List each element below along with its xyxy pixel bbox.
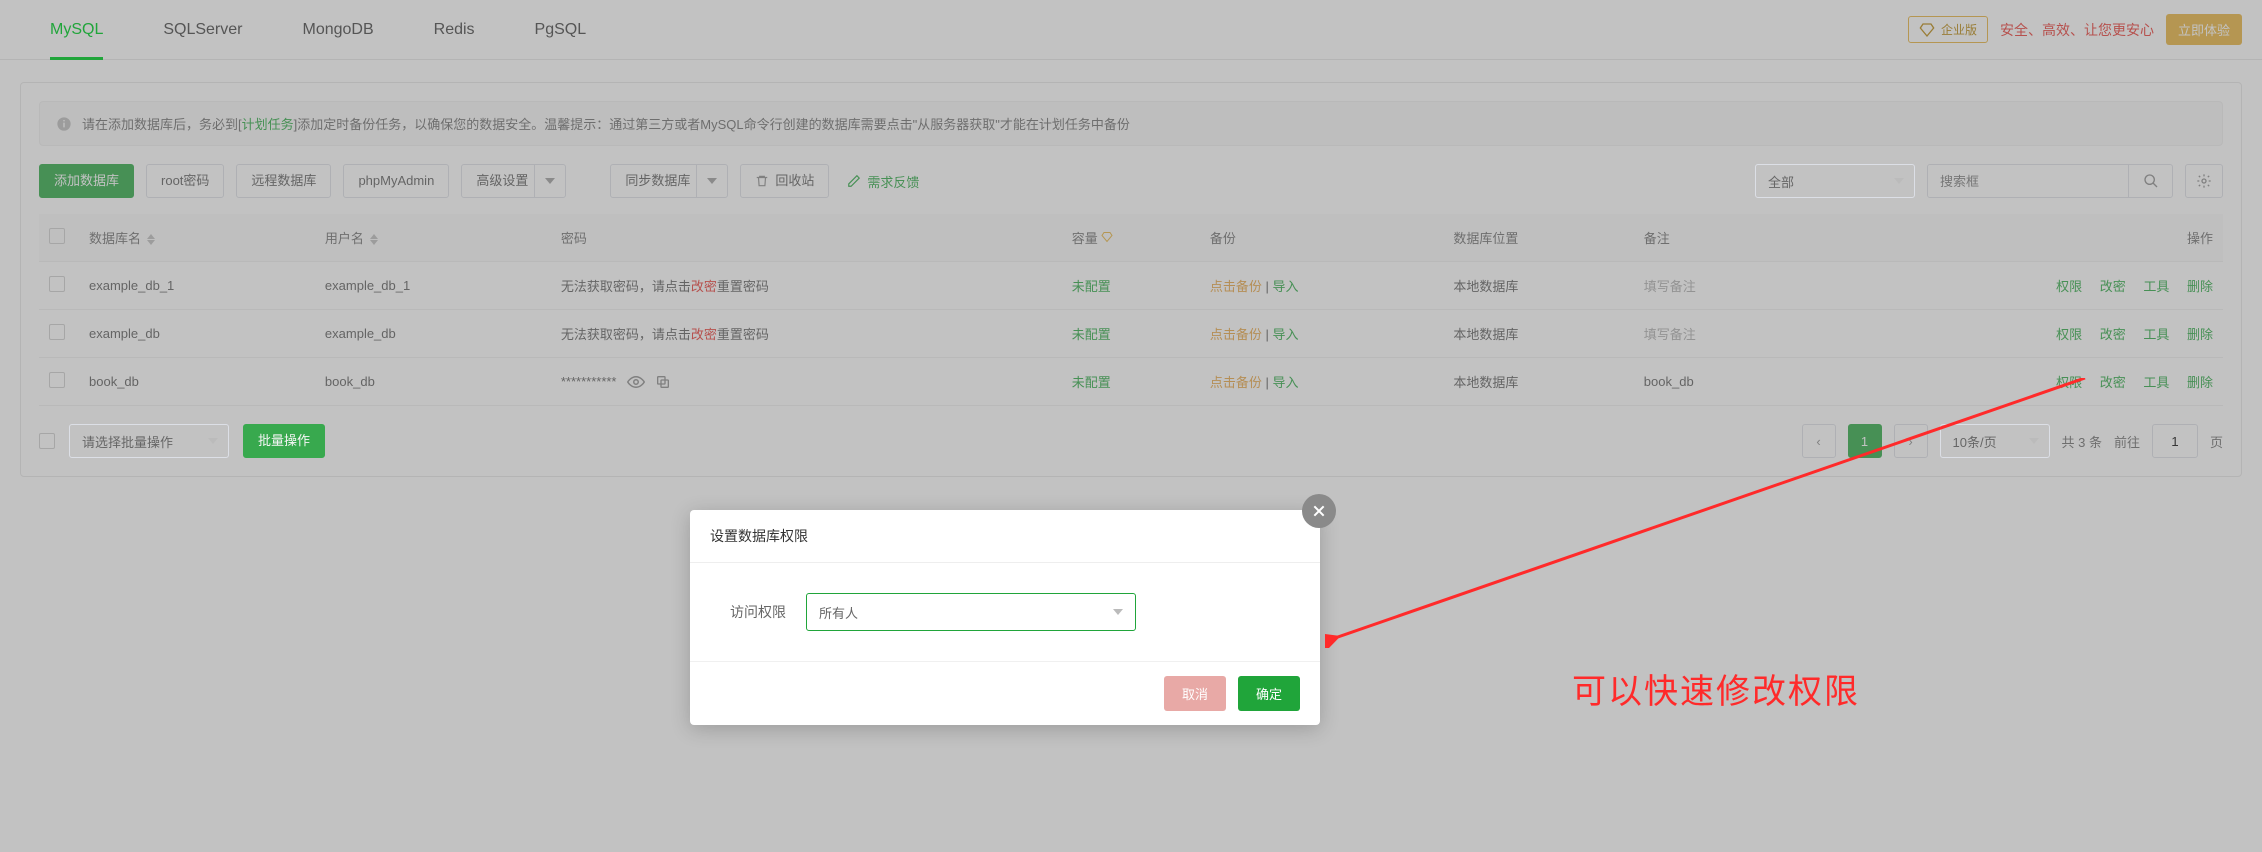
cancel-button[interactable]: 取消 [1164,676,1226,711]
modal-title: 设置数据库权限 [690,510,1320,563]
page-size-select[interactable]: 10条/页 [1940,424,2050,458]
batch-select[interactable]: 请选择批量操作 [69,424,229,458]
close-icon [1311,503,1327,519]
filter-select[interactable]: 全部 [1755,164,1915,198]
annotation-text: 可以快速修改权限 [1572,664,1860,713]
permission-select[interactable]: 所有人 [806,593,1136,631]
tab-redis[interactable]: Redis [404,0,505,60]
batch-apply-button[interactable]: 批量操作 [243,424,325,458]
tab-mongodb[interactable]: MongoDB [272,0,403,60]
tab-sqlserver[interactable]: SQLServer [133,0,272,60]
tab-pgsql[interactable]: PgSQL [505,0,617,60]
tab-mysql[interactable]: MySQL [20,0,133,60]
permission-modal: 设置数据库权限 访问权限 所有人 取消 确定 [690,510,1320,725]
close-button[interactable] [1302,494,1336,528]
permission-label: 访问权限 [730,602,786,622]
confirm-button[interactable]: 确定 [1238,676,1300,711]
